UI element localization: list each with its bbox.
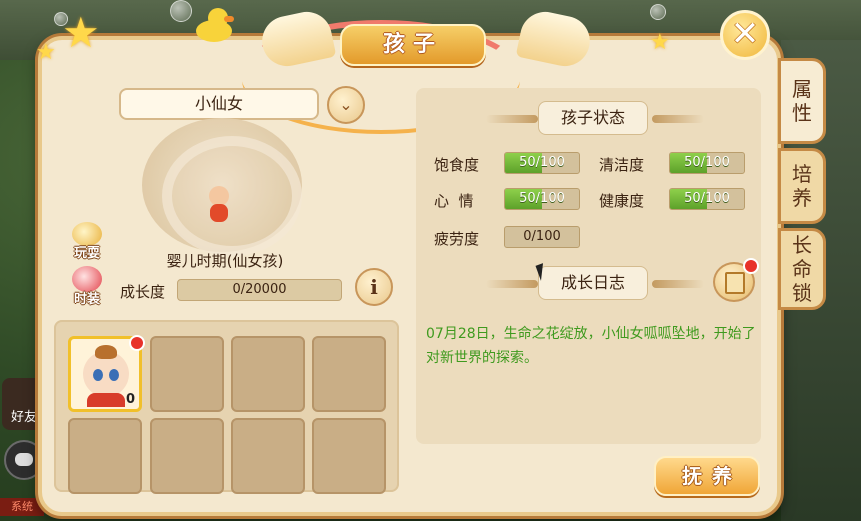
stat-value: 50/100	[684, 191, 730, 206]
star-decoration: ★	[650, 30, 670, 55]
close-button[interactable]: ✕	[720, 10, 770, 60]
child-slot[interactable]	[68, 418, 142, 494]
ornament-left	[486, 115, 538, 123]
tab-label: 长	[792, 233, 812, 257]
title-plate: 孩子	[340, 24, 486, 66]
bubble-decoration	[650, 4, 666, 20]
ornament-right	[652, 115, 704, 123]
play-label: 玩耍	[73, 246, 100, 261]
foster-button[interactable]: 抚养	[654, 456, 760, 496]
notification-dot	[129, 335, 145, 351]
tab-label: 锁	[792, 281, 812, 305]
fashion-label: 时装	[73, 292, 100, 307]
growth-log-entry: 07月28日，生命之花绽放，小仙女呱呱坠地，开始了对新世界的探索。	[426, 326, 756, 366]
chevron-down-icon[interactable]: ⌄	[327, 86, 365, 124]
child-slot[interactable]: 0	[68, 335, 145, 412]
child-slot[interactable]	[231, 418, 305, 494]
tab-longevity-lock[interactable]: 长 命 锁	[778, 228, 826, 310]
play-button[interactable]: 玩耍	[66, 222, 108, 262]
ornament-right	[652, 280, 704, 288]
baby-avatar	[205, 184, 233, 224]
ornament-left	[486, 280, 538, 288]
stat-value: 50/100	[519, 191, 565, 206]
child-slot[interactable]	[150, 418, 224, 494]
notification-dot	[743, 258, 759, 274]
stat-label-mood: 心 情	[434, 192, 474, 210]
stat-label-health: 健康度	[599, 192, 645, 210]
stat-bar-mood: 50/100	[504, 188, 580, 210]
bubble-decoration	[170, 0, 192, 22]
growth-label: 成长度	[120, 283, 166, 301]
star-decoration: ★	[62, 8, 100, 57]
child-slot[interactable]	[312, 336, 386, 412]
stat-value: 0/100	[523, 229, 561, 244]
tab-label: 性	[792, 101, 812, 125]
child-name-field[interactable]: 小仙女	[119, 88, 319, 120]
duck-decoration	[190, 8, 236, 44]
stat-bar-satiety: 50/100	[504, 152, 580, 174]
fashion-button[interactable]: 时装	[66, 266, 108, 308]
tab-label: 养	[792, 186, 812, 210]
stat-value: 50/100	[684, 155, 730, 170]
tab-nurture[interactable]: 培 养	[778, 148, 826, 224]
status-title: 孩子状态	[538, 101, 648, 135]
stat-label-satiety: 饱食度	[434, 156, 480, 174]
stat-bar-fatigue: 0/100	[504, 226, 580, 248]
growth-progress-bar: 0/20000	[177, 279, 342, 301]
tab-label: 培	[792, 162, 812, 186]
tab-attributes[interactable]: 属 性	[778, 58, 826, 144]
stat-bar-health: 50/100	[669, 188, 745, 210]
info-icon[interactable]: i	[355, 268, 393, 306]
star-decoration: ★	[36, 40, 56, 65]
tab-label: 命	[792, 257, 812, 281]
stat-bar-cleanliness: 50/100	[669, 152, 745, 174]
child-slot[interactable]	[150, 336, 224, 412]
stat-label-fatigue: 疲劳度	[434, 230, 480, 248]
child-slot[interactable]	[312, 418, 386, 494]
window-title: 孩子	[382, 32, 443, 57]
stat-value: 50/100	[519, 155, 565, 170]
slot-count: 0	[125, 392, 135, 407]
child-stage-label: 婴儿时期(仙女孩)	[166, 252, 284, 270]
child-slot[interactable]	[231, 336, 305, 412]
stat-label-cleanliness: 清洁度	[599, 156, 645, 174]
tab-label: 属	[792, 77, 812, 101]
system-channel-tag: 系统	[0, 498, 44, 516]
growth-log-title: 成长日志	[538, 266, 648, 300]
book-icon[interactable]	[713, 258, 759, 302]
